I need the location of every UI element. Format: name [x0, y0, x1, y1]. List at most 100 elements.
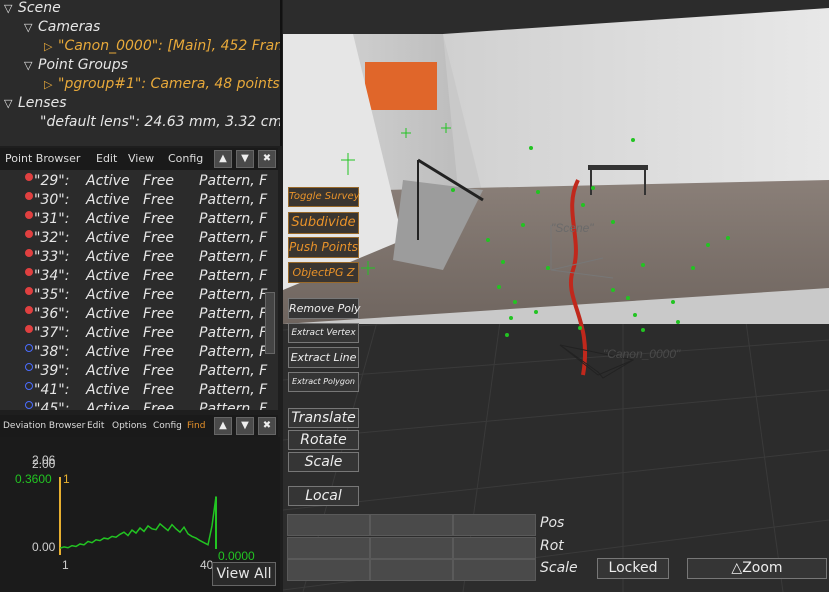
menu-edit[interactable]: Edit: [96, 152, 117, 165]
point-row[interactable]: "32": Active Free Pattern, F: [0, 230, 268, 249]
scale-y-field[interactable]: [370, 559, 453, 581]
deviation-chart-area[interactable]: 2.06 2.00 0.3600 1 0.00 1 40 0.0000 View…: [0, 437, 280, 592]
pos-x-field[interactable]: [287, 514, 370, 536]
point-mode-cell: Free: [143, 344, 175, 360]
point-row[interactable]: "34": Active Free Pattern, F: [0, 268, 267, 287]
tree-item-pgroup[interactable]: ▷ "pgroup#1": Camera, 48 points: [44, 76, 280, 92]
point-mode-cell: Free: [143, 230, 175, 246]
rot-x-field[interactable]: [287, 537, 370, 559]
menu-options[interactable]: Options: [112, 421, 147, 431]
point-name-cell: "37":: [34, 325, 70, 341]
tree-item-scene[interactable]: ▽ Scene: [4, 0, 61, 16]
menu-edit[interactable]: Edit: [87, 421, 104, 431]
extract-line-button[interactable]: Extract Line: [288, 347, 359, 368]
tree-item-camera-canon[interactable]: ▷ "Canon_0000": [Main], 452 Fram: [44, 38, 280, 54]
viewport-scene[interactable]: "Canon_0000" "Scene": [283, 0, 829, 592]
objectpg-z-button[interactable]: ObjectPG Z: [288, 262, 359, 283]
rot-z-field[interactable]: [453, 537, 536, 559]
scale-z-field[interactable]: [453, 559, 536, 581]
point-name-cell: "31":: [34, 211, 70, 227]
point-color-dot-icon: [25, 268, 33, 276]
view-all-button[interactable]: View All: [212, 562, 276, 586]
up-arrow-icon[interactable]: ▲: [214, 150, 232, 168]
point-row[interactable]: "30": Active Free Pattern, F: [0, 192, 267, 211]
scene-label: "Scene": [551, 221, 594, 235]
point-color-dot-icon: [25, 211, 33, 219]
expand-triangle-icon[interactable]: ▽: [24, 21, 38, 34]
point-row[interactable]: "41": Active Free Pattern, F: [0, 382, 267, 401]
push-points-button[interactable]: Push Points: [288, 237, 359, 258]
tree-item-lenses[interactable]: ▽ Lenses: [4, 95, 67, 111]
point-name-cell: "35":: [34, 287, 70, 303]
tree-label-point-groups: Point Groups: [38, 57, 128, 73]
point-row[interactable]: "38": Active Free Pattern, F: [0, 344, 267, 363]
scale-x-field[interactable]: [287, 559, 370, 581]
close-icon[interactable]: ✖: [258, 417, 276, 435]
collapse-triangle-icon[interactable]: ▷: [44, 40, 58, 53]
point-row[interactable]: "45": Active Free Pattern, F: [0, 401, 267, 410]
point-color-dot-icon: [25, 230, 33, 238]
point-name-cell: "32":: [34, 230, 70, 246]
tree-item-cameras[interactable]: ▽ Cameras: [24, 19, 100, 35]
remove-poly-button[interactable]: Remove Poly: [288, 298, 361, 319]
zoom-button[interactable]: △Zoom: [687, 558, 827, 579]
expand-triangle-icon[interactable]: ▽: [4, 2, 18, 15]
point-row[interactable]: "35": Active Free Pattern, F: [0, 287, 268, 306]
right-value-label: 0.0000: [218, 549, 255, 563]
y-tick-top-b: 2.00: [32, 457, 56, 471]
point-color-dot-icon: [25, 325, 33, 333]
translate-button[interactable]: Translate: [288, 408, 359, 428]
pos-z-field[interactable]: [453, 514, 536, 536]
close-icon[interactable]: ✖: [258, 150, 276, 168]
point-row[interactable]: "31": Active Free Pattern, F: [0, 211, 267, 230]
point-color-dot-icon: [25, 401, 33, 409]
menu-config[interactable]: Config: [153, 421, 182, 431]
point-list[interactable]: "29": Active Free Pattern, F "30": Active Free…: [0, 170, 278, 410]
point-status-cell: Active: [86, 363, 130, 379]
point-status-cell: Active: [86, 382, 130, 398]
extract-vertex-button[interactable]: Extract Vertex: [288, 323, 359, 343]
point-mode-cell: Free: [143, 401, 175, 410]
pos-y-field[interactable]: [370, 514, 453, 536]
point-type-cell: Pattern, F: [199, 230, 268, 246]
expand-triangle-icon[interactable]: ▽: [4, 97, 18, 110]
point-color-dot-icon: [25, 287, 33, 295]
point-type-cell: Pattern, F: [199, 287, 268, 303]
menu-view[interactable]: View: [128, 152, 154, 165]
point-row[interactable]: "29": Active Free Pattern, F: [0, 173, 268, 192]
point-status-cell: Active: [86, 268, 130, 284]
point-mode-cell: Free: [143, 363, 175, 379]
rotate-button[interactable]: Rotate: [288, 430, 359, 450]
tree-label-lenses: Lenses: [18, 95, 67, 111]
tree-item-point-groups[interactable]: ▽ Point Groups: [24, 57, 128, 73]
up-arrow-icon[interactable]: ▲: [214, 417, 232, 435]
expand-triangle-icon[interactable]: ▽: [24, 59, 38, 72]
down-arrow-icon[interactable]: ▼: [236, 150, 254, 168]
find-button[interactable]: Find: [187, 421, 205, 431]
locked-button[interactable]: Locked: [597, 558, 669, 579]
tree-item-lens[interactable]: "default lens": 24.63 mm, 3.32 cm x: [40, 114, 282, 130]
collapse-triangle-icon[interactable]: ▷: [44, 78, 58, 91]
scale-button[interactable]: Scale: [288, 452, 359, 472]
local-button[interactable]: Local: [288, 486, 359, 506]
down-arrow-icon[interactable]: ▼: [236, 417, 254, 435]
scrollbar-thumb[interactable]: [265, 292, 275, 354]
point-type-cell: Pattern, F: [199, 173, 268, 189]
scene-tree-panel: ▽ Scene ▽ Cameras ▷ "Canon_0000": [Main], 4…: [0, 0, 282, 146]
subdivide-button[interactable]: Subdivide: [288, 212, 359, 234]
point-status-cell: Active: [86, 325, 130, 341]
deviation-series-line: [59, 496, 217, 549]
camera-label: "Canon_0000": [603, 347, 681, 361]
point-row[interactable]: "33": Active Free Pattern, F: [0, 249, 267, 268]
point-mode-cell: Free: [143, 192, 175, 208]
3d-viewport[interactable]: "Canon_0000" "Scene" Toggle Survey Subdi…: [283, 0, 829, 592]
pos-label: Pos: [540, 515, 565, 531]
tree-label-lens: "default lens": 24.63 mm, 3.32 cm x: [40, 114, 282, 130]
point-row[interactable]: "39": Active Free Pattern, F: [0, 363, 267, 382]
toggle-survey-button[interactable]: Toggle Survey: [288, 187, 360, 207]
point-row[interactable]: "37": Active Free Pattern, F: [0, 325, 267, 344]
rot-y-field[interactable]: [370, 537, 453, 559]
extract-polygon-button[interactable]: Extract Polygon: [288, 372, 359, 392]
point-row[interactable]: "36": Active Free Pattern, F: [0, 306, 267, 325]
menu-config[interactable]: Config: [168, 152, 203, 165]
